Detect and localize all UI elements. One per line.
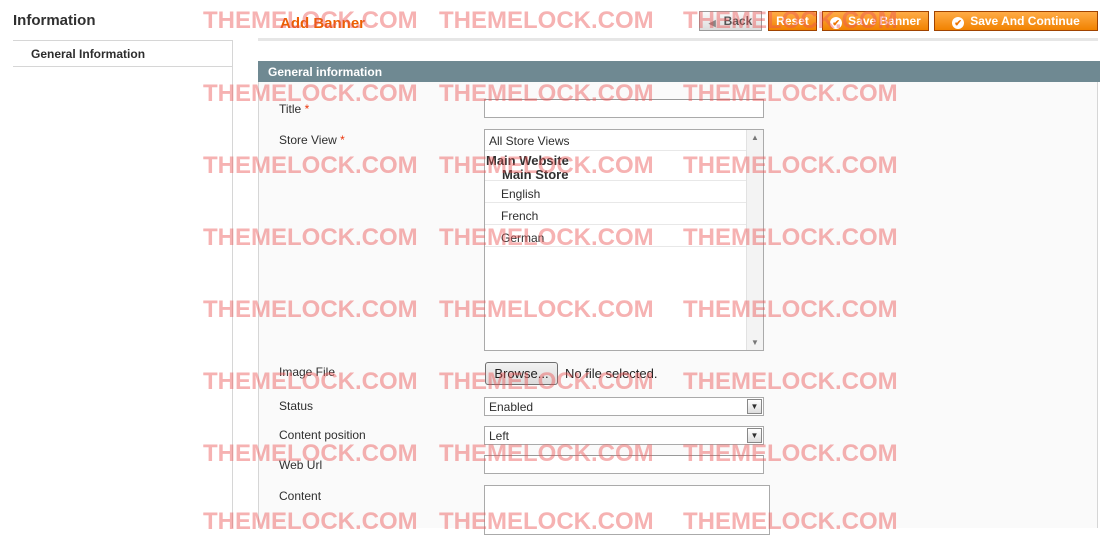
header-divider	[258, 38, 1098, 41]
chevron-down-icon: ▼	[747, 399, 762, 414]
optgroup-website: Main Website	[486, 153, 569, 168]
tab-label: General Information	[31, 47, 146, 61]
required-mark: *	[304, 102, 310, 116]
reset-button[interactable]: Reset	[768, 11, 817, 31]
tab-general-information[interactable]: General Information	[13, 40, 232, 67]
option-label: German	[501, 231, 545, 245]
title-label: Title *	[279, 102, 309, 116]
watermark-text: THEMELOCK.COM	[439, 7, 654, 34]
content-position-select[interactable]: Left ▼	[484, 426, 764, 445]
check-icon: ✔	[830, 17, 843, 29]
status-value: Enabled	[489, 400, 534, 414]
back-button[interactable]: ◀ Back	[699, 11, 762, 31]
web-url-input[interactable]	[484, 455, 764, 474]
content-position-value: Left	[489, 429, 510, 443]
option-label: All Store Views	[489, 134, 570, 148]
title-input[interactable]	[484, 99, 764, 118]
store-view-label: Store View *	[279, 133, 345, 147]
reset-label: Reset	[776, 14, 809, 28]
chevron-down-icon: ▼	[747, 428, 762, 443]
sidebar-divider	[232, 40, 233, 528]
page-title: Add Banner	[280, 15, 366, 32]
store-view-label-text: Store View	[279, 133, 337, 147]
save-continue-button[interactable]: ✔ Save And Continue Edit	[934, 11, 1098, 47]
save-continue-label: Save And Continue Edit	[970, 14, 1080, 47]
status-select[interactable]: Enabled ▼	[484, 397, 764, 416]
store-option-english[interactable]: English	[485, 181, 747, 203]
section-header: General information	[258, 61, 1100, 82]
store-option-french[interactable]: French	[485, 203, 747, 225]
section-title: General information	[268, 65, 383, 79]
no-file-text: No file selected.	[565, 366, 658, 381]
sidebar-title: Information	[13, 12, 96, 29]
store-option-all[interactable]: All Store Views	[485, 130, 747, 151]
save-banner-button[interactable]: ✔ Save Banner	[822, 11, 929, 31]
save-label: Save Banner	[848, 14, 921, 28]
option-label: English	[501, 187, 541, 201]
store-view-multiselect[interactable]: All Store Views Main Website Main Store …	[484, 129, 764, 351]
back-arrow-icon: ◀	[708, 18, 716, 28]
scroll-up-icon[interactable]: ▲	[751, 133, 759, 142]
back-label: Back	[723, 14, 753, 28]
content-label: Content	[279, 489, 322, 503]
content-position-label: Content position	[279, 428, 366, 442]
store-option-group: Main Website Main Store	[485, 151, 747, 182]
image-file-label: Image File	[279, 365, 336, 379]
required-mark: *	[340, 133, 345, 147]
store-option-german[interactable]: German	[485, 225, 747, 247]
sidebar: Information General Information	[0, 0, 233, 528]
multiselect-scrollbar[interactable]: ▲ ▼	[746, 130, 763, 350]
optgroup-store: Main Store	[502, 167, 569, 182]
scroll-down-icon[interactable]: ▼	[751, 338, 759, 347]
check-icon: ✔	[952, 17, 965, 29]
title-label-text: Title	[279, 102, 302, 116]
status-label: Status	[279, 399, 314, 413]
web-url-label: Web Url	[279, 458, 323, 472]
browse-button[interactable]: Browse...	[485, 362, 558, 385]
option-label: French	[501, 209, 539, 223]
